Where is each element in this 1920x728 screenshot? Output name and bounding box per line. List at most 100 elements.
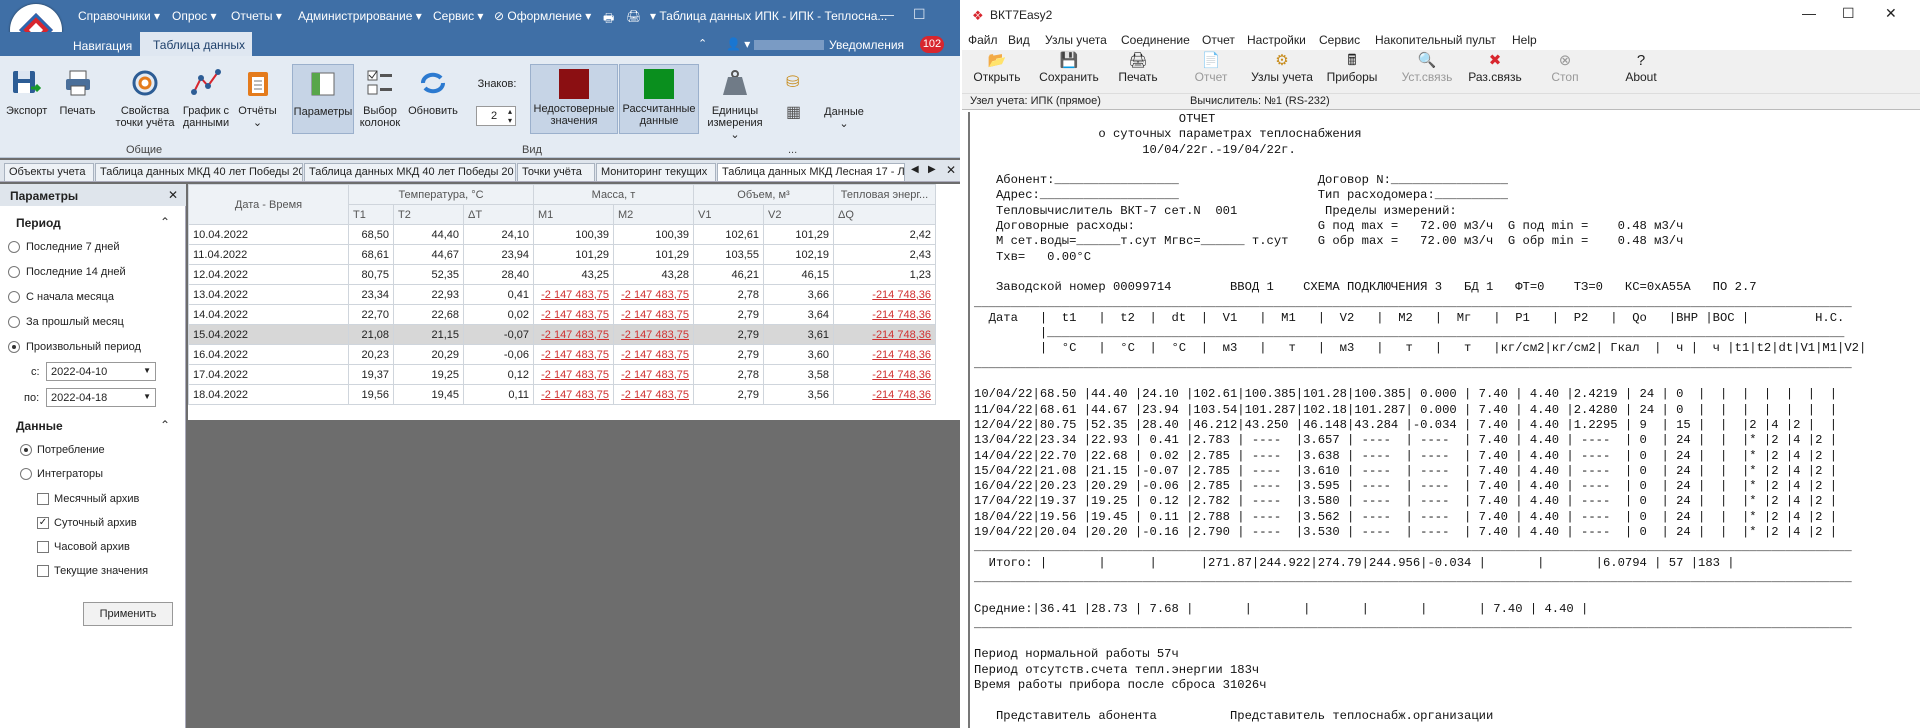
tab-navigation[interactable]: Навигация: [63, 35, 138, 56]
open-button[interactable]: 📂 Открыть: [962, 52, 1032, 84]
table-cell[interactable]: 19,45: [393, 384, 464, 405]
cell-date[interactable]: 10.04.2022: [188, 224, 349, 245]
invalid-values-button[interactable]: Недостоверные значения: [530, 64, 618, 134]
column-header[interactable]: T1: [348, 204, 394, 225]
table-cell[interactable]: -2 147 483,75: [613, 284, 694, 305]
menu-help[interactable]: Help: [1512, 33, 1537, 47]
table-cell[interactable]: 2,78: [693, 284, 764, 305]
digits-stepper[interactable]: 2 ▴ ▾: [476, 106, 516, 126]
table-cell[interactable]: 2,79: [693, 324, 764, 345]
table-row[interactable]: 17.04.2022 19,37 19,25 0,12 -2 147 483,75 -2 …: [188, 364, 936, 385]
table-cell[interactable]: -2 147 483,75: [533, 344, 614, 365]
table-cell[interactable]: 2,43: [833, 244, 936, 265]
menu-service[interactable]: Сервис ▾: [433, 9, 483, 23]
maximize-icon[interactable]: ☐: [913, 6, 926, 23]
from-date-picker[interactable]: 2022-04-10 ▼: [46, 362, 156, 381]
table-cell[interactable]: 3,60: [763, 344, 834, 365]
menu-design[interactable]: ⊘ Оформление ▾: [494, 9, 591, 23]
table-cell[interactable]: -0,06: [463, 344, 534, 365]
minimize-icon[interactable]: —: [1802, 5, 1816, 21]
column-header[interactable]: V1: [693, 204, 764, 225]
table-cell[interactable]: 101,29: [533, 244, 614, 265]
table-cell[interactable]: 102,61: [693, 224, 764, 245]
radio-last-month[interactable]: [8, 316, 20, 328]
table-cell[interactable]: 80,75: [348, 264, 394, 285]
table-cell[interactable]: -2 147 483,75: [613, 384, 694, 405]
radio-last-7[interactable]: [8, 241, 20, 253]
column-header[interactable]: ΔQ: [833, 204, 936, 225]
table-cell[interactable]: 19,25: [393, 364, 464, 385]
table-cell[interactable]: 3,61: [763, 324, 834, 345]
menu-survey[interactable]: Опрос ▾: [172, 9, 217, 23]
coins-icon[interactable]: ⛁: [786, 72, 799, 92]
table-row[interactable]: 15.04.2022 21,08 21,15 -0,07 -2 147 483,75 -2…: [188, 324, 936, 345]
table-cell[interactable]: -2 147 483,75: [613, 364, 694, 385]
cell-date[interactable]: 16.04.2022: [188, 344, 349, 365]
apply-button[interactable]: Применить: [83, 602, 173, 626]
header-date-time[interactable]: Дата - Время: [188, 184, 349, 225]
table-cell[interactable]: 0,41: [463, 284, 534, 305]
cell-date[interactable]: 15.04.2022: [188, 324, 349, 345]
cell-date[interactable]: 14.04.2022: [188, 304, 349, 325]
menu-cumulative[interactable]: Накопительный пульт: [1375, 33, 1496, 47]
checkbox-current[interactable]: [37, 565, 49, 577]
export-button[interactable]: Экспорт: [6, 68, 47, 117]
table-cell[interactable]: 100,39: [613, 224, 694, 245]
table-cell[interactable]: 46,15: [763, 264, 834, 285]
table-cell[interactable]: -214 748,36: [833, 324, 936, 345]
menu-report[interactable]: Отчет: [1202, 33, 1235, 47]
table-cell[interactable]: 100,39: [533, 224, 614, 245]
table-cell[interactable]: 28,40: [463, 264, 534, 285]
table-cell[interactable]: -2 147 483,75: [533, 384, 614, 405]
table-cell[interactable]: 2,78: [693, 364, 764, 385]
column-header[interactable]: M2: [613, 204, 694, 225]
stop-button[interactable]: ⊗ Стоп: [1530, 52, 1600, 84]
table-row[interactable]: 14.04.2022 22,70 22,68 0,02 -2 147 483,75 -2 …: [188, 304, 936, 325]
tab-scroll-right-icon[interactable]: ▶: [928, 164, 936, 175]
table-cell[interactable]: 0,02: [463, 304, 534, 325]
tab-data-table[interactable]: Таблица данных: [140, 32, 252, 56]
cell-date[interactable]: 17.04.2022: [188, 364, 349, 385]
report-view[interactable]: ОТЧЕТ о суточных параметрах теплоснабжен…: [968, 112, 1914, 728]
menu-view[interactable]: Вид: [1008, 33, 1030, 47]
radio-last-14[interactable]: [8, 266, 20, 278]
cell-date[interactable]: 12.04.2022: [188, 264, 349, 285]
close-tab-icon[interactable]: ✕: [946, 163, 956, 177]
table-cell[interactable]: 3,56: [763, 384, 834, 405]
minimize-icon[interactable]: —: [880, 6, 894, 22]
table-cell[interactable]: -214 748,36: [833, 284, 936, 305]
report-button[interactable]: 📄 Отчет: [1176, 52, 1246, 84]
maximize-icon[interactable]: ☐: [1842, 5, 1855, 22]
table-cell[interactable]: -214 748,36: [833, 364, 936, 385]
table-cell[interactable]: 22,68: [393, 304, 464, 325]
close-panel-icon[interactable]: ✕: [168, 188, 178, 202]
table-cell[interactable]: 22,93: [393, 284, 464, 305]
close-icon[interactable]: ✕: [1885, 5, 1897, 22]
table-cell[interactable]: 44,67: [393, 244, 464, 265]
table-cell[interactable]: 19,37: [348, 364, 394, 385]
table-cell[interactable]: 0,11: [463, 384, 534, 405]
table-cell[interactable]: 2,42: [833, 224, 936, 245]
table-cell[interactable]: -2 147 483,75: [533, 284, 614, 305]
user-avatar[interactable]: 👤 ▾: [726, 37, 824, 51]
table-cell[interactable]: 102,19: [763, 244, 834, 265]
table-row[interactable]: 11.04.2022 68,61 44,67 23,94 101,29 101,29 103…: [188, 244, 936, 265]
menu-connection[interactable]: Соединение: [1121, 33, 1190, 47]
notifications-button[interactable]: Уведомления: [829, 38, 904, 52]
column-header[interactable]: T2: [393, 204, 464, 225]
to-date-picker[interactable]: 2022-04-18 ▼: [46, 388, 156, 407]
table-cell[interactable]: 101,29: [763, 224, 834, 245]
menu-admin[interactable]: Администрирование ▾: [298, 9, 422, 23]
chevron-up-icon[interactable]: ⌃: [160, 215, 170, 229]
table-cell[interactable]: 20,23: [348, 344, 394, 365]
table-row[interactable]: 16.04.2022 20,23 20,29 -0,06 -2 147 483,75 -2…: [188, 344, 936, 365]
table-cell[interactable]: 23,94: [463, 244, 534, 265]
print-button[interactable]: Печать: [55, 68, 100, 117]
menu-service[interactable]: Сервис: [1319, 33, 1360, 47]
column-header[interactable]: M1: [533, 204, 614, 225]
units-button[interactable]: Единицы измерения ⌄: [700, 68, 770, 141]
table-cell[interactable]: 52,35: [393, 264, 464, 285]
doc-tab-table-2[interactable]: Таблица данных МКД 40 лет Победы 20: [304, 163, 516, 181]
cell-date[interactable]: 13.04.2022: [188, 284, 349, 305]
table-cell[interactable]: 24,10: [463, 224, 534, 245]
